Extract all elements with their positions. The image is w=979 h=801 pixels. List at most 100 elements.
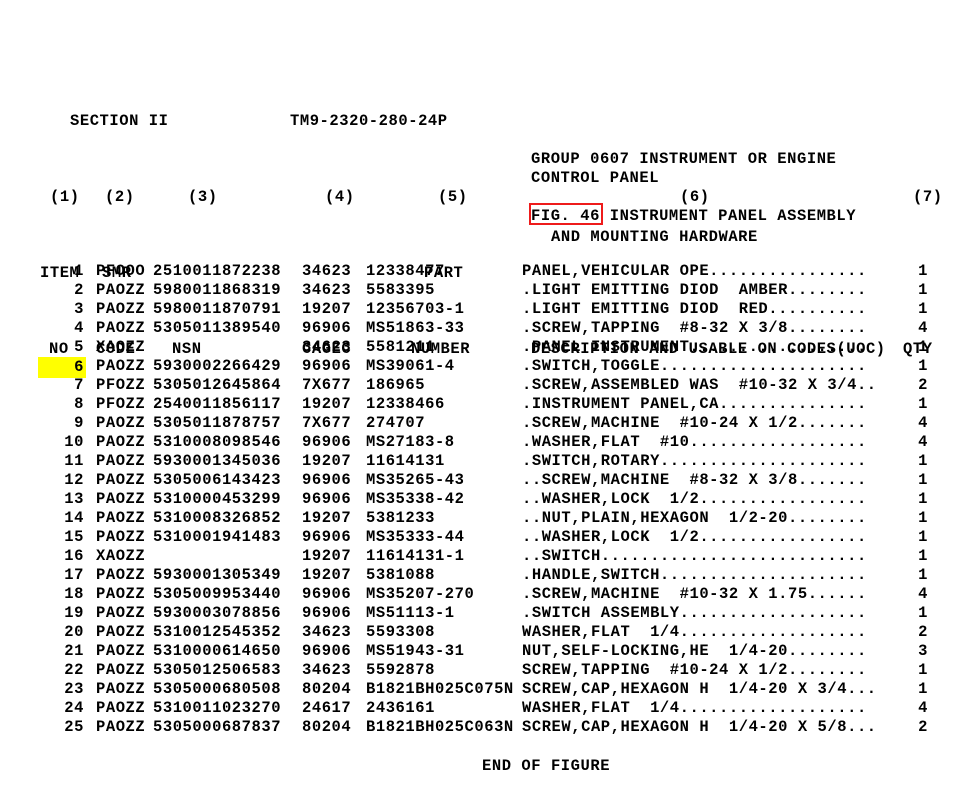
parts-list-page: SECTION II TM9-2320-280-24P (1) (2) (3) … — [0, 0, 979, 801]
cell-smr-code: PAOZZ — [96, 357, 146, 375]
cell-nsn: 5980011868319 — [153, 281, 282, 299]
table-row[interactable]: 11 PAOZZ 5930001345036 19207 11614131 .SWITCH… — [0, 452, 979, 471]
cell-nsn: 5305011389540 — [153, 319, 282, 337]
table-row[interactable]: 7 PFOZZ 5305012645864 7X677 186965 .SCREW,ASS… — [0, 376, 979, 395]
cell-cagec: 34623 — [302, 338, 352, 356]
table-row[interactable]: 19 PAOZZ 5930003078856 96906 MS51113-1 .SWITC… — [0, 604, 979, 623]
cell-item-no: 23 — [64, 680, 84, 698]
cell-cagec: 34623 — [302, 661, 352, 679]
cell-description: .SCREW,ASSEMBLED WAS #10-32 X 3/4.. — [522, 376, 877, 394]
parts-table: 1 PFOOO 2510011872238 34623 12338477 PANEL,VE… — [0, 262, 979, 737]
cell-nsn: 5980011870791 — [153, 300, 282, 318]
table-row[interactable]: 13 PAOZZ 5310000453299 96906 MS35338-42 ..WAS… — [0, 490, 979, 509]
cell-cagec: 96906 — [302, 433, 352, 451]
cell-description: ..SCREW,MACHINE #8-32 X 3/8....... — [522, 471, 867, 489]
cell-smr-code: PAOZZ — [96, 623, 146, 641]
cell-cagec: 19207 — [302, 452, 352, 470]
table-row[interactable]: 3 PAOZZ 5980011870791 19207 12356703-1 .LIGHT… — [0, 300, 979, 319]
cell-nsn: 5310000453299 — [153, 490, 282, 508]
cell-nsn: 5305012645864 — [153, 376, 282, 394]
table-row[interactable]: 25 PAOZZ 5305000687837 80204 B1821BH025C063N… — [0, 718, 979, 737]
cell-smr-code: PAOZZ — [96, 604, 146, 622]
table-row[interactable]: 12 PAOZZ 5305006143423 96906 MS35265-43 ..SCR… — [0, 471, 979, 490]
cell-smr-code: PAOZZ — [96, 528, 146, 546]
cell-smr-code: PAOZZ — [96, 414, 146, 432]
table-row[interactable]: 4 PAOZZ 5305011389540 96906 MS51863-33 .SCREW… — [0, 319, 979, 338]
cell-cagec: 7X677 — [302, 376, 352, 394]
table-row[interactable]: 14 PAOZZ 5310008326852 19207 5381233 ..NUT,PL… — [0, 509, 979, 528]
cell-part-number: 11614131-1 — [366, 547, 465, 565]
table-row[interactable]: 9 PAOZZ 5305011878757 7X677 274707 .SCREW,MAC… — [0, 414, 979, 433]
cell-item-no: 13 — [64, 490, 84, 508]
cell-cagec: 96906 — [302, 528, 352, 546]
cell-item-no: 10 — [64, 433, 84, 451]
cell-part-number: 274707 — [366, 414, 426, 432]
column-number-6: (6) — [680, 188, 710, 206]
cell-nsn: 5305012506583 — [153, 661, 282, 679]
cell-part-number: 12356703-1 — [366, 300, 465, 318]
tm-number-label: TM9-2320-280-24P — [290, 112, 448, 130]
cell-part-number: 186965 — [366, 376, 426, 394]
cell-smr-code: PAOZZ — [96, 566, 146, 584]
cell-smr-code: PAOZZ — [96, 300, 146, 318]
cell-qty: 1 — [918, 357, 928, 375]
table-row[interactable]: 1 PFOOO 2510011872238 34623 12338477 PANEL,VE… — [0, 262, 979, 281]
cell-item-no: 21 — [64, 642, 84, 660]
cell-nsn: 5305000680508 — [153, 680, 282, 698]
table-row[interactable]: 2 PAOZZ 5980011868319 34623 5583395 .LIGHT EM… — [0, 281, 979, 300]
table-row[interactable]: 24 PAOZZ 5310011023270 24617 2436161 WASHER,F… — [0, 699, 979, 718]
cell-cagec: 80204 — [302, 718, 352, 736]
cell-qty: 1 — [918, 661, 928, 679]
cell-nsn: 5310008326852 — [153, 509, 282, 527]
cell-nsn: 2540011856117 — [153, 395, 282, 413]
table-row[interactable]: 6 PAOZZ 5930002266429 96906 MS39061-4 .SWITCH… — [0, 357, 979, 378]
table-row[interactable]: 10 PAOZZ 5310008098546 96906 MS27183-8 .WASHE… — [0, 433, 979, 452]
figure-title-line-2: AND MOUNTING HARDWARE — [551, 228, 758, 246]
cell-cagec: 96906 — [302, 604, 352, 622]
cell-cagec: 96906 — [302, 642, 352, 660]
table-row[interactable]: 17 PAOZZ 5930001305349 19207 5381088 .HANDLE,… — [0, 566, 979, 585]
cell-cagec: 96906 — [302, 585, 352, 603]
cell-part-number: 2436161 — [366, 699, 435, 717]
cell-qty: 1 — [918, 281, 928, 299]
cell-nsn: 2510011872238 — [153, 262, 282, 280]
cell-nsn: 5305009953440 — [153, 585, 282, 603]
cell-description: .SCREW,MACHINE #10-24 X 1/2....... — [522, 414, 867, 432]
table-row[interactable]: 15 PAOZZ 5310001941483 96906 MS35333-44 ..WAS… — [0, 528, 979, 547]
cell-description: .SWITCH,ROTARY..................... — [522, 452, 867, 470]
group-title-line-1: GROUP 0607 INSTRUMENT OR ENGINE — [531, 150, 837, 168]
cell-cagec: 19207 — [302, 395, 352, 413]
cell-qty: 1 — [918, 471, 928, 489]
cell-item-no: 19 — [64, 604, 84, 622]
cell-nsn: 5310000614650 — [153, 642, 282, 660]
cell-cagec: 19207 — [302, 547, 352, 565]
table-row[interactable]: 8 PFOZZ 2540011856117 19207 12338466 .INSTRUM… — [0, 395, 979, 414]
cell-part-number: 12338477 — [366, 262, 445, 280]
cell-qty: 2 — [918, 623, 928, 641]
cell-part-number: B1821BH025C075N — [366, 680, 514, 698]
cell-part-number: MS39061-4 — [366, 357, 455, 375]
table-row[interactable]: 20 PAOZZ 5310012545352 34623 5593308 WASHER,F… — [0, 623, 979, 642]
table-row[interactable]: 22 PAOZZ 5305012506583 34623 5592878 SCREW,TA… — [0, 661, 979, 680]
cell-description: .LIGHT EMITTING DIOD AMBER........ — [522, 281, 867, 299]
cell-qty: 1 — [918, 395, 928, 413]
cell-part-number: 5593308 — [366, 623, 435, 641]
cell-qty: 1 — [918, 300, 928, 318]
cell-description: .SCREW,TAPPING #8-32 X 3/8........ — [522, 319, 867, 337]
cell-cagec: 80204 — [302, 680, 352, 698]
cell-cagec: 96906 — [302, 490, 352, 508]
table-row[interactable]: 5 XAOZZ 34623 5581211 .PANEL INSTRUMENT.....… — [0, 338, 979, 357]
table-row[interactable]: 16 XAOZZ 19207 11614131-1 ..SWITCH..........… — [0, 547, 979, 566]
cell-description: WASHER,FLAT 1/4................... — [522, 623, 867, 641]
cell-item-no: 17 — [64, 566, 84, 584]
table-row[interactable]: 18 PAOZZ 5305009953440 96906 MS35207-270 .SCR… — [0, 585, 979, 604]
cell-item-no: 5 — [74, 338, 84, 356]
cell-part-number: 11614131 — [366, 452, 445, 470]
table-row[interactable]: 21 PAOZZ 5310000614650 96906 MS51943-31 NUT,S… — [0, 642, 979, 661]
cell-smr-code: PAOZZ — [96, 718, 146, 736]
cell-cagec: 34623 — [302, 262, 352, 280]
cell-part-number: 5581211 — [366, 338, 435, 356]
cell-description: SCREW,CAP,HEXAGON H 1/4-20 X 5/8... — [522, 718, 877, 736]
cell-item-no: 9 — [74, 414, 84, 432]
table-row[interactable]: 23 PAOZZ 5305000680508 80204 B1821BH025C075N… — [0, 680, 979, 699]
